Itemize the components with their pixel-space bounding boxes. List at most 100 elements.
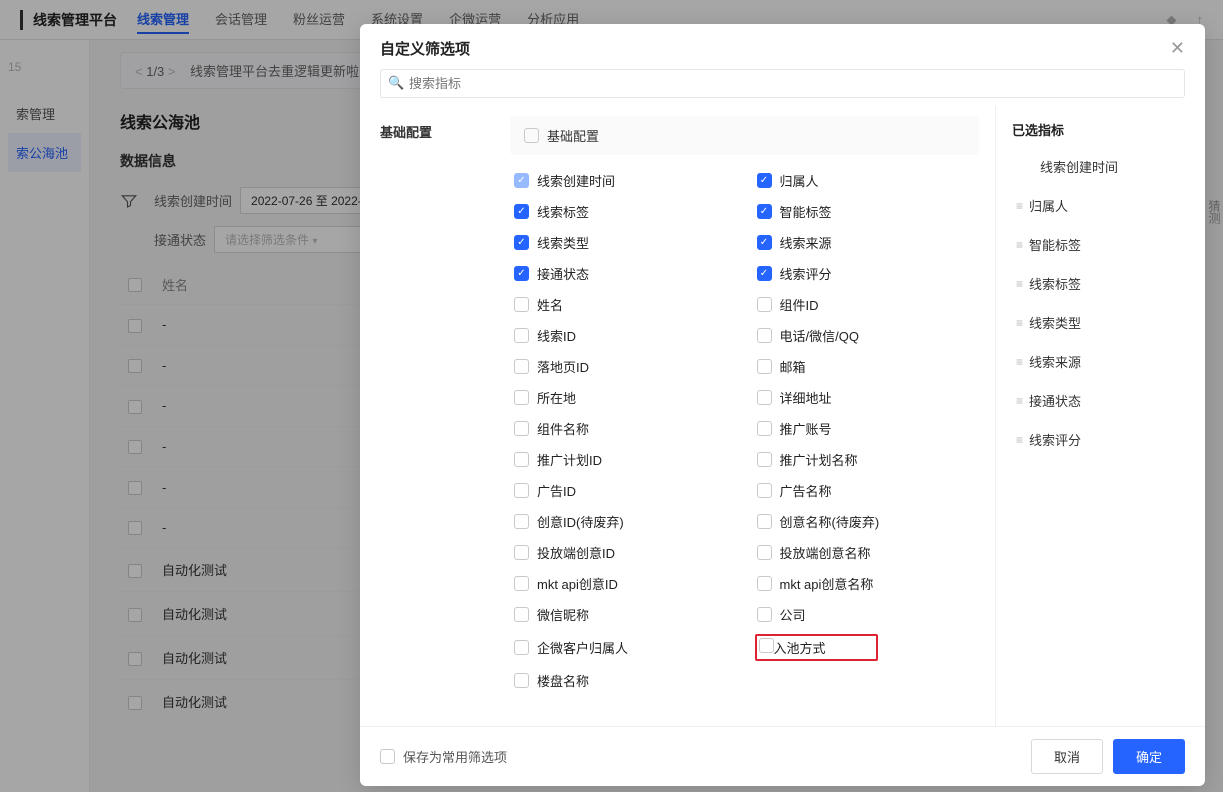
option-checkbox[interactable] xyxy=(514,204,529,219)
option-checkbox[interactable] xyxy=(514,390,529,405)
drag-icon[interactable]: ≡ xyxy=(1016,394,1021,408)
option-checkbox[interactable] xyxy=(757,421,772,436)
option-组件ID[interactable]: 组件ID xyxy=(753,289,996,320)
option-checkbox[interactable] xyxy=(757,359,772,374)
selected-item[interactable]: ≡线索评分 xyxy=(1012,420,1189,459)
option-label: 详细地址 xyxy=(780,388,832,407)
drag-icon[interactable]: ≡ xyxy=(1016,316,1021,330)
selected-item[interactable]: ≡接通状态 xyxy=(1012,381,1189,420)
selected-title: 已选指标 xyxy=(1012,106,1189,147)
option-checkbox[interactable] xyxy=(514,607,529,622)
option-详细地址[interactable]: 详细地址 xyxy=(753,382,996,413)
group-checkbox[interactable] xyxy=(524,128,539,143)
option-创意名称(待废弃)[interactable]: 创意名称(待废弃) xyxy=(753,506,996,537)
option-姓名[interactable]: 姓名 xyxy=(510,289,753,320)
option-checkbox[interactable] xyxy=(514,235,529,250)
option-checkbox[interactable] xyxy=(514,173,529,188)
option-checkbox[interactable] xyxy=(514,452,529,467)
option-label: 创意ID(待废弃) xyxy=(537,512,624,531)
selected-item[interactable]: ≡线索标签 xyxy=(1012,264,1189,303)
search-icon: 🔍 xyxy=(388,75,404,91)
option-checkbox[interactable] xyxy=(514,421,529,436)
cancel-button[interactable]: 取消 xyxy=(1031,739,1103,774)
option-label: 公司 xyxy=(780,605,806,624)
option-推广计划名称[interactable]: 推广计划名称 xyxy=(753,444,996,475)
option-checkbox[interactable] xyxy=(757,452,772,467)
option-label: 接通状态 xyxy=(537,264,589,283)
drag-icon[interactable]: ≡ xyxy=(1016,355,1021,369)
option-mkt api创意ID[interactable]: mkt api创意ID xyxy=(510,568,753,599)
option-checkbox[interactable] xyxy=(757,266,772,281)
option-checkbox[interactable] xyxy=(514,514,529,529)
option-广告名称[interactable]: 广告名称 xyxy=(753,475,996,506)
option-label: 投放端创意ID xyxy=(537,543,615,562)
option-投放端创意名称[interactable]: 投放端创意名称 xyxy=(753,537,996,568)
selected-item[interactable]: ≡智能标签 xyxy=(1012,225,1189,264)
option-checkbox[interactable] xyxy=(514,359,529,374)
option-checkbox[interactable] xyxy=(514,266,529,281)
drag-icon[interactable]: ≡ xyxy=(1016,238,1021,252)
option-组件名称[interactable]: 组件名称 xyxy=(510,413,753,444)
option-mkt api创意名称[interactable]: mkt api创意名称 xyxy=(753,568,996,599)
option-checkbox[interactable] xyxy=(757,173,772,188)
option-公司[interactable]: 公司 xyxy=(753,599,996,630)
option-电话/微信/QQ[interactable]: 电话/微信/QQ xyxy=(753,320,996,351)
option-checkbox[interactable] xyxy=(757,328,772,343)
close-icon[interactable]: ✕ xyxy=(1170,38,1185,59)
option-checkbox[interactable] xyxy=(757,607,772,622)
drag-icon[interactable]: ≡ xyxy=(1016,433,1021,447)
option-落地页ID[interactable]: 落地页ID xyxy=(510,351,753,382)
option-checkbox[interactable] xyxy=(759,638,774,653)
selected-item[interactable]: ≡线索类型 xyxy=(1012,303,1189,342)
option-checkbox[interactable] xyxy=(757,297,772,312)
option-推广计划ID[interactable]: 推广计划ID xyxy=(510,444,753,475)
drag-icon[interactable]: ≡ xyxy=(1016,199,1021,213)
category-basic[interactable]: 基础配置 xyxy=(380,116,490,147)
option-线索来源[interactable]: 线索来源 xyxy=(753,227,996,258)
option-checkbox[interactable] xyxy=(757,204,772,219)
option-checkbox[interactable] xyxy=(757,514,772,529)
ok-button[interactable]: 确定 xyxy=(1113,739,1185,774)
option-邮箱[interactable]: 邮箱 xyxy=(753,351,996,382)
option-checkbox[interactable] xyxy=(514,640,529,655)
option-label: 线索ID xyxy=(537,326,576,345)
option-线索评分[interactable]: 线索评分 xyxy=(753,258,996,289)
selected-item[interactable]: 线索创建时间 xyxy=(1012,147,1189,186)
option-checkbox[interactable] xyxy=(757,576,772,591)
option-创意ID(待废弃)[interactable]: 创意ID(待废弃) xyxy=(510,506,753,537)
option-label: mkt api创意名称 xyxy=(780,574,874,593)
option-label: 推广计划名称 xyxy=(780,450,858,469)
option-所在地[interactable]: 所在地 xyxy=(510,382,753,413)
save-default-checkbox[interactable] xyxy=(380,749,395,764)
option-线索ID[interactable]: 线索ID xyxy=(510,320,753,351)
option-归属人[interactable]: 归属人 xyxy=(753,165,996,196)
search-input[interactable] xyxy=(380,69,1185,98)
option-接通状态[interactable]: 接通状态 xyxy=(510,258,753,289)
option-checkbox[interactable] xyxy=(757,235,772,250)
drag-icon[interactable]: ≡ xyxy=(1016,277,1021,291)
option-线索类型[interactable]: 线索类型 xyxy=(510,227,753,258)
option-微信昵称[interactable]: 微信昵称 xyxy=(510,599,753,630)
option-入池方式[interactable]: 入池方式 xyxy=(753,630,996,665)
option-checkbox[interactable] xyxy=(757,390,772,405)
option-线索创建时间[interactable]: 线索创建时间 xyxy=(510,165,753,196)
option-智能标签[interactable]: 智能标签 xyxy=(753,196,996,227)
option-推广账号[interactable]: 推广账号 xyxy=(753,413,996,444)
option-线索标签[interactable]: 线索标签 xyxy=(510,196,753,227)
option-楼盘名称[interactable]: 楼盘名称 xyxy=(510,665,753,696)
option-checkbox[interactable] xyxy=(514,483,529,498)
option-checkbox[interactable] xyxy=(757,483,772,498)
option-投放端创意ID[interactable]: 投放端创意ID xyxy=(510,537,753,568)
option-checkbox[interactable] xyxy=(514,673,529,688)
option-checkbox[interactable] xyxy=(514,328,529,343)
option-checkbox[interactable] xyxy=(514,545,529,560)
option-企微客户归属人[interactable]: 企微客户归属人 xyxy=(510,630,753,665)
option-checkbox[interactable] xyxy=(514,297,529,312)
selected-item[interactable]: ≡线索来源 xyxy=(1012,342,1189,381)
option-checkbox[interactable] xyxy=(514,576,529,591)
group-label: 基础配置 xyxy=(547,126,599,145)
option-label: mkt api创意ID xyxy=(537,574,618,593)
selected-item[interactable]: ≡归属人 xyxy=(1012,186,1189,225)
option-广告ID[interactable]: 广告ID xyxy=(510,475,753,506)
option-checkbox[interactable] xyxy=(757,545,772,560)
